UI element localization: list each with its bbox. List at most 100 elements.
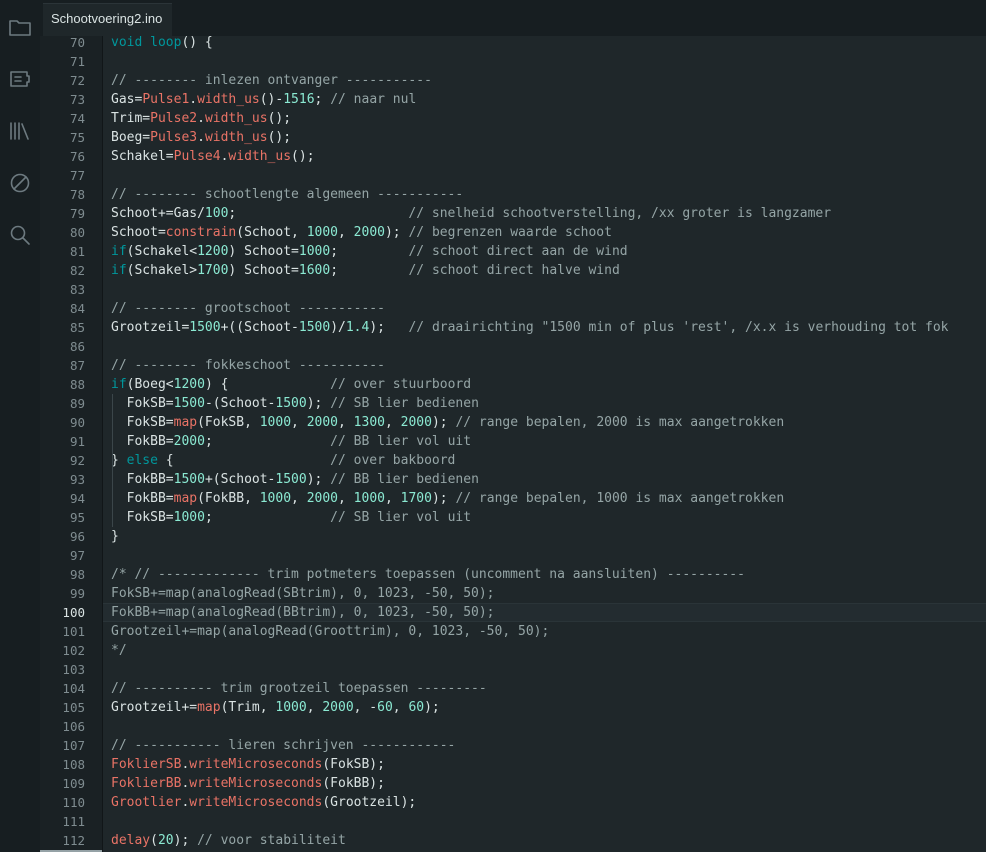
code-token: Schoot+=Gas/ <box>111 206 205 221</box>
code-line[interactable]: 99 FokSB+=map(analogRead(SBtrim), 0, 1023… <box>40 584 986 603</box>
code-line[interactable]: 107 // ----------- lieren schrijven -----… <box>40 736 986 755</box>
code-token: Pulse3 <box>150 130 198 145</box>
code-line[interactable]: 89 FokSB=1500-(Schoot-1500); // SB lier … <box>40 394 986 413</box>
line-number: 89 <box>69 396 85 411</box>
code-line[interactable]: 90 FokSB=map(FokSB, 1000, 2000, 1300, 20… <box>40 413 986 432</box>
line-number: 112 <box>62 833 85 848</box>
code-line[interactable]: 98 /* // ------------- trim potmeters toe… <box>40 565 986 584</box>
board-icon[interactable] <box>5 64 35 94</box>
code-token: (FokSB); <box>322 757 385 772</box>
code-token: // BB lier vol uit <box>330 434 472 449</box>
code-line[interactable]: 79 Schoot+=Gas/100; // snelheid schootver… <box>40 204 986 223</box>
folder-icon[interactable] <box>5 12 35 42</box>
code-line[interactable]: 104 // ---------- trim grootzeil toepasse… <box>40 679 986 698</box>
code-token: // SB lier vol uit <box>330 510 472 525</box>
line-number: 84 <box>69 301 85 316</box>
code-token: , <box>291 415 307 430</box>
code-text: Grootzeil=1500+((Schoot-1500)/1.4); // d… <box>111 318 949 337</box>
line-number: 106 <box>62 719 85 734</box>
code-token: Pulse4 <box>173 149 221 164</box>
line-number: 71 <box>69 54 85 69</box>
code-token: ); <box>306 396 331 411</box>
code-line[interactable]: 88 if(Boeg<1200) { // over stuurboord <box>40 375 986 394</box>
code-line[interactable]: 75 Boeg=Pulse3.width_us(); <box>40 128 986 147</box>
code-line[interactable]: 76 Schakel=Pulse4.width_us(); <box>40 147 986 166</box>
code-token: // snelheid schootverstelling, /xx grote… <box>408 206 832 221</box>
code-token: Schakel= <box>111 149 174 164</box>
code-token: +((Schoot- <box>220 320 299 335</box>
code-line[interactable]: 80 Schoot=constrain(Schoot, 1000, 2000); … <box>40 223 986 242</box>
code-line[interactable]: 105 Grootzeil+=map(Trim, 1000, 2000, -60,… <box>40 698 986 717</box>
code-token: Gas= <box>111 92 143 107</box>
code-line[interactable]: 109 FoklierBB.writeMicroseconds(FokBB); <box>40 774 986 793</box>
code-token: if <box>111 377 127 392</box>
code-token: (Boeg< <box>126 377 174 392</box>
code-line[interactable]: 101 Grootzeil+=map(analogRead(Groottrim),… <box>40 622 986 641</box>
code-line[interactable]: 82 if(Schakel>1700) Schoot=1600; // schoo… <box>40 261 986 280</box>
code-line[interactable]: 71 <box>40 52 986 71</box>
code-line[interactable]: 111 <box>40 812 986 831</box>
code-line[interactable]: 87 // -------- fokkeschoot ----------- <box>40 356 986 375</box>
code-token: +(Schoot- <box>204 472 276 487</box>
code-line[interactable]: 78 // -------- schootlengte algemeen ----… <box>40 185 986 204</box>
code-token: 1500 <box>173 396 205 411</box>
code-text: if(Schakel<1200) Schoot=1000; // schoot … <box>111 242 628 261</box>
code-token: , <box>291 491 307 506</box>
code-text: Schoot+=Gas/100; // snelheid schootverst… <box>111 204 831 223</box>
code-line[interactable]: 95 FokSB=1000; // SB lier vol uit <box>40 508 986 527</box>
code-token: // ---------- trim grootzeil toepassen -… <box>111 681 487 696</box>
code-token: 2000 <box>322 700 354 715</box>
code-text: Grootzeil+=map(Trim, 1000, 2000, -60, 60… <box>111 698 440 717</box>
code-token: 1.4 <box>345 320 370 335</box>
code-token: 1000 <box>298 244 331 259</box>
code-line[interactable]: 110 Grootlier.writeMicroseconds(Grootzeil… <box>40 793 986 812</box>
code-line[interactable]: 97 <box>40 546 986 565</box>
code-line[interactable]: 100 FokBB+=map(analogRead(BBtrim), 0, 102… <box>40 603 986 622</box>
code-line[interactable]: 102 */ <box>40 641 986 660</box>
code-token: 20 <box>157 833 174 848</box>
code-token: FokSB= <box>111 415 174 430</box>
code-line[interactable]: 108 FoklierSB.writeMicroseconds(FokSB); <box>40 755 986 774</box>
code-line[interactable]: 93 FokBB=1500+(Schoot-1500); // BB lier … <box>40 470 986 489</box>
line-number: 102 <box>62 643 85 658</box>
code-line[interactable]: 72 // -------- inlezen ontvanger --------… <box>40 71 986 90</box>
code-line[interactable]: 73 Gas=Pulse1.width_us()-1516; // naar nu… <box>40 90 986 109</box>
code-line[interactable]: 91 FokBB=2000; // BB lier vol uit <box>40 432 986 451</box>
code-editor[interactable]: 70 void loop() { 71 72// -------- inlezen o… <box>40 36 986 852</box>
code-line[interactable]: 103 <box>40 660 986 679</box>
code-token: } <box>111 453 127 468</box>
code-token: 1500 <box>275 472 307 487</box>
code-text: delay(20); // voor stabiliteit <box>111 831 346 850</box>
tab-file[interactable]: Schootvoering2.ino <box>43 3 173 36</box>
code-token: loop <box>150 36 182 50</box>
line-number: 72 <box>69 73 85 88</box>
search-icon[interactable] <box>5 220 35 250</box>
code-line[interactable]: 74 Trim=Pulse2.width_us(); <box>40 109 986 128</box>
code-token: . <box>197 130 205 145</box>
code-token: (FokBB, <box>197 491 260 506</box>
code-text: } <box>111 527 119 546</box>
code-token: FoklierBB <box>111 776 182 791</box>
code-line[interactable]: 94 FokBB=map(FokBB, 1000, 2000, 1000, 17… <box>40 489 986 508</box>
code-line[interactable]: 77 <box>40 166 986 185</box>
code-line[interactable]: 70 void loop() { <box>40 36 986 52</box>
code-line[interactable]: 92} else { // over bakboord <box>40 451 986 470</box>
code-line[interactable]: 86 <box>40 337 986 356</box>
code-line[interactable]: 83 <box>40 280 986 299</box>
code-text: if(Boeg<1200) { // over stuurboord <box>111 375 471 394</box>
code-line[interactable]: 81 if(Schakel<1200) Schoot=1000; // schoo… <box>40 242 986 261</box>
line-number: 98 <box>69 567 85 582</box>
library-icon[interactable] <box>5 116 35 146</box>
code-line[interactable]: 84 // -------- grootschoot ----------- <box>40 299 986 318</box>
code-text: if(Schakel>1700) Schoot=1600; // schoot … <box>111 261 620 280</box>
code-token: (Schakel> <box>126 263 198 278</box>
code-text: FokBB=2000; // BB lier vol uit <box>111 432 471 451</box>
code-text: // -------- grootschoot ----------- <box>111 299 385 318</box>
code-line[interactable]: 106 <box>40 717 986 736</box>
code-text: Boeg=Pulse3.width_us(); <box>111 128 291 147</box>
debug-icon[interactable] <box>5 168 35 198</box>
code-line[interactable]: 96} <box>40 527 986 546</box>
code-line[interactable]: 85 Grootzeil=1500+((Schoot-1500)/1.4); //… <box>40 318 986 337</box>
code-line[interactable]: 112 delay(20); // voor stabiliteit <box>40 831 986 850</box>
code-token: 1000 <box>173 510 205 525</box>
